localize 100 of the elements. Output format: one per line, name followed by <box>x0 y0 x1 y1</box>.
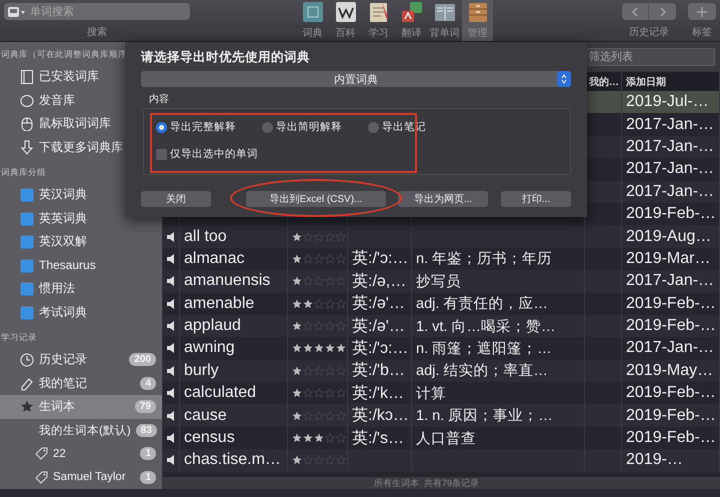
meaning-cell: adj. 结实的；率直… <box>412 360 585 382</box>
table-row[interactable]: burly 英:/'b… adj. 结实的；率直… 2019-May… <box>163 360 720 382</box>
dialog-title: 请选择导出时优先使用的词典 <box>141 49 311 66</box>
meaning-cell: 1. n. 原因；事业；… <box>412 404 585 427</box>
sidebar-item[interactable]: 英英词典 <box>0 206 162 230</box>
speaker-icon[interactable] <box>167 276 176 286</box>
word-cell: chas.tise.m… <box>180 449 288 472</box>
book-icon <box>20 69 34 84</box>
dictionary-icon <box>302 1 324 23</box>
speaker-icon[interactable] <box>167 366 176 376</box>
sidebar-item-label: 已安装词库 <box>39 68 99 86</box>
count-badge: 83 <box>136 424 157 437</box>
speaker-icon[interactable] <box>167 298 176 309</box>
tag-icon <box>34 446 48 462</box>
forward-button[interactable] <box>649 3 676 20</box>
sidebar-item-label: 考试词典 <box>39 304 87 321</box>
speaker-icon[interactable] <box>167 343 176 354</box>
filter-field[interactable]: 筛选列表 <box>585 48 715 66</box>
word-cell: cause <box>180 404 288 427</box>
chevron-left-icon <box>632 6 638 16</box>
dictionary-selector-icon[interactable] <box>8 6 26 18</box>
word-cell: all too <box>180 225 288 248</box>
sidebar-item-label: 发音库 <box>39 92 75 109</box>
dialog-button[interactable]: 打印... <box>501 191 571 207</box>
download-icon <box>20 140 34 155</box>
sidebar-item-label: 历史记录 <box>39 351 87 368</box>
sidebar-item[interactable]: 历史记录 200 <box>0 348 162 372</box>
toolbar-tab[interactable]: 学习 <box>363 0 394 41</box>
sidebar-item-label: Thesaurus <box>39 258 96 272</box>
table-row[interactable]: applaud 英:/ə'… 1. vt. 向…喝采；赞… 2019-Feb-… <box>163 314 720 338</box>
checkbox[interactable] <box>156 148 167 160</box>
tag-icon <box>34 470 48 485</box>
mouse-icon <box>20 116 34 132</box>
count-badge: 1 <box>140 447 156 460</box>
sidebar-item[interactable]: 生词本 79 <box>0 395 162 418</box>
date-cell: 2019-Jul-… <box>622 91 720 114</box>
sidebar-item[interactable]: 我的笔记 4 <box>0 372 162 395</box>
dialog-button[interactable]: 导出到Excel (CSV)... <box>246 191 386 207</box>
speaker-icon[interactable] <box>167 321 176 332</box>
date-cell: 2019-May… <box>622 360 720 382</box>
chevron-right-icon <box>660 6 666 16</box>
sidebar-item-label: 我的生词本(默认) <box>39 424 131 438</box>
sidebar-item[interactable]: 22 1 <box>0 442 162 466</box>
count-badge: 200 <box>129 353 156 366</box>
speaker-icon[interactable] <box>167 254 176 264</box>
word-cell: burly <box>180 360 288 382</box>
toolbar-tab[interactable]: 百科 <box>330 0 361 41</box>
square-icon <box>20 281 34 296</box>
pencil-icon <box>20 376 34 391</box>
count-badge: 1 <box>140 470 156 484</box>
date-cell: 2019-Aug… <box>622 225 720 248</box>
date-cell: 2019-Feb-… <box>622 314 720 338</box>
table-row[interactable]: chas.tise.m… 2019-… <box>163 449 720 472</box>
sidebar-item-label: 下载更多词典库 <box>39 138 123 156</box>
phonetic-cell: 英:/'b… <box>348 360 412 382</box>
sidebar-item-label: 22 <box>53 448 66 460</box>
clock-icon <box>20 352 34 368</box>
count-badge: 79 <box>134 400 156 414</box>
toolbar-tab[interactable]: 背单词 <box>429 0 460 41</box>
sidebar-item[interactable]: 英汉双解 <box>0 230 162 254</box>
speaker-icon[interactable] <box>167 433 176 444</box>
table-row[interactable]: all too 2019-Aug… <box>163 225 720 248</box>
table-row[interactable]: amanuensis 英:/ə,… 抄写员 2017-Jan-… <box>163 270 720 293</box>
sidebar-item[interactable]: 我的生词本(默认) 83 <box>0 418 162 442</box>
back-button[interactable] <box>622 3 649 20</box>
date-cell: 2017-Jan-… <box>622 136 720 158</box>
speaker-icon[interactable] <box>167 232 176 242</box>
wiki-icon <box>334 1 356 23</box>
sidebar-item-label: 惯用法 <box>39 280 75 298</box>
radio-option[interactable]: 导出简明解释 <box>262 120 356 134</box>
circle-icon <box>20 92 34 108</box>
date-cell: 2017-Jan-… <box>622 180 720 203</box>
add-tag-button[interactable] <box>688 3 716 20</box>
toolbar-tab[interactable]: 翻译 <box>396 0 427 41</box>
radio-button[interactable] <box>156 122 167 132</box>
speaker-icon[interactable] <box>167 410 176 421</box>
search-field[interactable]: 单词搜索 <box>4 3 190 20</box>
word-cell: applaud <box>180 314 288 338</box>
dialog-button[interactable]: 导出为网页... <box>398 191 488 207</box>
sidebar-item[interactable]: 考试词典 <box>0 300 162 324</box>
square-icon <box>20 187 34 202</box>
cabinet-icon <box>466 1 488 23</box>
group-label: 内容 <box>148 93 170 107</box>
toolbar-tab[interactable]: 词典 <box>297 0 328 41</box>
translate-icon <box>400 1 422 23</box>
dialog-button[interactable]: 关闭 <box>141 191 211 207</box>
dictionary-dropdown[interactable]: 内置词典 <box>141 71 571 87</box>
table-row[interactable]: cause 英:/kɔ… 1. n. 原因；事业；… 2019-Feb-… <box>163 404 720 427</box>
tag-label: 标签 <box>692 26 712 39</box>
sidebar-item[interactable]: Thesaurus <box>0 254 162 277</box>
sidebar-item[interactable]: 惯用法 <box>0 277 162 300</box>
phonetic-cell: 英:/ə,… <box>348 270 412 293</box>
date-cell: 2019-Feb-… <box>622 404 720 427</box>
speaker-icon[interactable] <box>167 388 176 398</box>
square-icon <box>20 258 34 273</box>
sidebar-item[interactable]: Samuel Taylor 1 <box>0 466 162 489</box>
radio-button[interactable] <box>262 122 273 132</box>
speaker-icon[interactable] <box>167 455 176 466</box>
book-icon <box>434 1 456 23</box>
radio-button[interactable] <box>368 122 379 132</box>
